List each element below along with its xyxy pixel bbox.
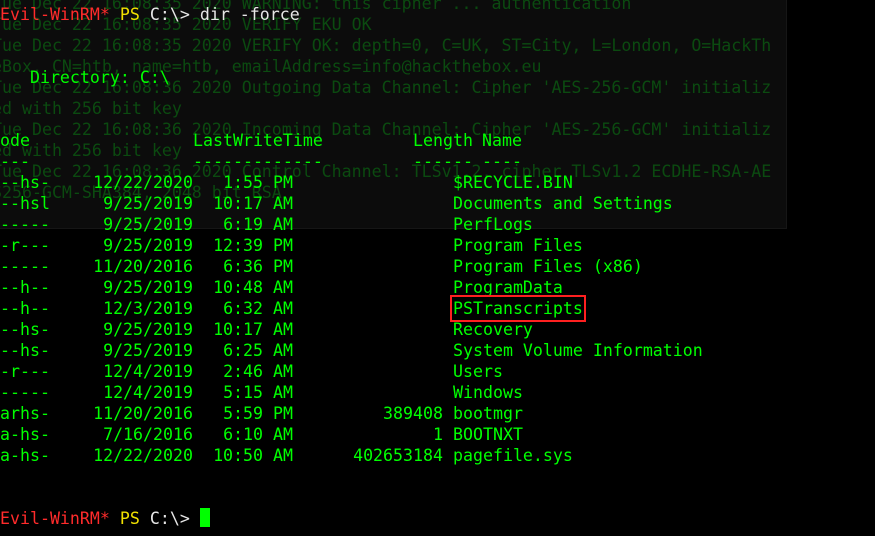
cell-date: 9/25/2019 (103, 278, 193, 297)
cell-name: PerfLogs (453, 215, 533, 234)
cell-time: 10:17 AM (213, 194, 293, 213)
cell-time: 10:17 AM (213, 320, 293, 339)
cell-mode: d--h-- (0, 278, 50, 297)
cell-time: 6:19 AM (223, 215, 293, 234)
cell-name: System Volume Information (453, 341, 703, 360)
list-item: -arhs- 11/20/2016 5:59 PM 389408 bootmgr (0, 403, 523, 424)
header-name: Name (482, 131, 522, 150)
cell-length: 402653184 (353, 446, 443, 465)
cell-mode: d----- (0, 383, 50, 402)
cell-name: Program Files (x86) (453, 257, 643, 276)
cell-mode: d--hs- (0, 341, 50, 360)
prompt-ps: PS (119, 509, 140, 528)
rule-mode: ---- (0, 152, 30, 171)
cell-time: 5:15 AM (223, 383, 293, 402)
cell-name: pagefile.sys (453, 446, 573, 465)
cell-mode: d--hs- (0, 173, 50, 192)
column-headers: Mode LastWriteTime Length Name (0, 130, 522, 151)
header-length: Length (413, 131, 473, 150)
cell-date: 7/16/2016 (103, 425, 193, 444)
cell-time: 1:55 PM (223, 173, 293, 192)
command-line: *Evil-WinRM* PS C:\> dir -force (0, 4, 300, 25)
list-item: d-r--- 9/25/2019 12:39 PM Program Files (0, 235, 583, 256)
cell-name: Documents and Settings (453, 194, 673, 213)
prompt-ps: PS (119, 5, 140, 24)
highlighted-entry-box: PSTranscripts (450, 295, 586, 322)
list-item: d----- 11/20/2016 6:36 PM Program Files (x8… (0, 256, 643, 277)
cell-time: 2:46 AM (223, 362, 293, 381)
cell-date: 9/25/2019 (103, 236, 193, 255)
cell-date: 12/4/2019 (103, 362, 193, 381)
cell-length: 1 (433, 425, 443, 444)
list-item: d--hsl 9/25/2019 10:17 AM Documents and Set… (0, 193, 673, 214)
cell-date: 12/22/2020 (93, 173, 193, 192)
cell-length: 389408 (383, 404, 443, 423)
list-item: d--h-- 12/3/2019 6:32 AM PSTranscripts (0, 295, 586, 322)
list-item: d--hs- 12/22/2020 1:55 PM $RECYCLE.BIN (0, 172, 573, 193)
cell-time: 12:39 PM (213, 236, 293, 255)
cell-date: 12/3/2019 (103, 299, 193, 318)
cell-date: 9/25/2019 (103, 194, 193, 213)
cell-name: bootmgr (453, 404, 523, 423)
cell-mode: d--h-- (0, 299, 50, 318)
cell-mode: d-r--- (0, 362, 50, 381)
cell-mode: d--hsl (0, 194, 50, 213)
prompt-path: C:\> (149, 5, 190, 24)
column-rules: --------------------------- (0, 151, 522, 172)
cell-name: Users (453, 362, 503, 381)
list-item: -a-hs- 12/22/2020 10:50 AM 402653184 pagefil… (0, 445, 573, 466)
list-item: d--hs- 9/25/2019 6:25 AM System Volume Info… (0, 340, 703, 361)
cell-name: Recovery (453, 320, 533, 339)
cell-time: 6:25 AM (223, 341, 293, 360)
rule-name: ---- (482, 152, 522, 171)
cell-mode: -a-hs- (0, 425, 50, 444)
cell-mode: d--hs- (0, 320, 50, 339)
cell-date: 12/22/2020 (93, 446, 193, 465)
cell-date: 9/25/2019 (103, 215, 193, 234)
prompt-line[interactable]: *Evil-WinRM* PS C:\> (0, 508, 210, 529)
cell-mode: -arhs- (0, 404, 50, 423)
list-item: d----- 9/25/2019 6:19 AM PerfLogs (0, 214, 533, 235)
cell-date: 12/4/2019 (103, 383, 193, 402)
header-mode: Mode (0, 131, 30, 150)
cell-name: $RECYCLE.BIN (453, 173, 573, 192)
cell-time: 10:48 AM (213, 278, 293, 297)
command-text: dir -force (199, 5, 300, 24)
prompt-path: C:\> (149, 509, 190, 528)
cell-mode: d----- (0, 257, 50, 276)
text-cursor (199, 508, 210, 527)
cell-name: PSTranscripts (450, 295, 586, 322)
prompt-host: *Evil-WinRM* (0, 5, 110, 24)
cell-name: Windows (453, 383, 523, 402)
directory-label: Directory: C:\ (0, 68, 170, 87)
cell-time: 6:32 AM (223, 299, 293, 318)
prompt-host: *Evil-WinRM* (0, 509, 110, 528)
cell-mode: d----- (0, 215, 50, 234)
cell-name: BOOTNXT (453, 425, 523, 444)
rule-lastwritetime: ------------- (193, 152, 323, 171)
cell-name: Program Files (453, 236, 583, 255)
list-item: d--h-- 9/25/2019 10:48 AM ProgramData (0, 277, 563, 298)
rule-length: ------ (413, 152, 473, 171)
cell-time: 6:10 AM (223, 425, 293, 444)
list-item: d--hs- 9/25/2019 10:17 AM Recovery (0, 319, 533, 340)
cell-time: 6:36 PM (223, 257, 293, 276)
terminal-output[interactable]: *Evil-WinRM* PS C:\> dir -force Director… (0, 0, 875, 536)
cell-name: ProgramData (453, 278, 563, 297)
cell-time: 10:50 AM (213, 446, 293, 465)
cell-date: 11/20/2016 (93, 404, 193, 423)
cell-date: 9/25/2019 (103, 341, 193, 360)
cell-date: 11/20/2016 (93, 257, 193, 276)
list-item: d-r--- 12/4/2019 2:46 AM Users (0, 361, 503, 382)
cell-time: 5:59 PM (223, 404, 293, 423)
cell-mode: -a-hs- (0, 446, 50, 465)
cell-date: 9/25/2019 (103, 320, 193, 339)
header-lastwritetime: LastWriteTime (193, 131, 323, 150)
list-item: d----- 12/4/2019 5:15 AM Windows (0, 382, 523, 403)
list-item: -a-hs- 7/16/2016 6:10 AM 1 BOOTNXT (0, 424, 523, 445)
cell-mode: d-r--- (0, 236, 50, 255)
